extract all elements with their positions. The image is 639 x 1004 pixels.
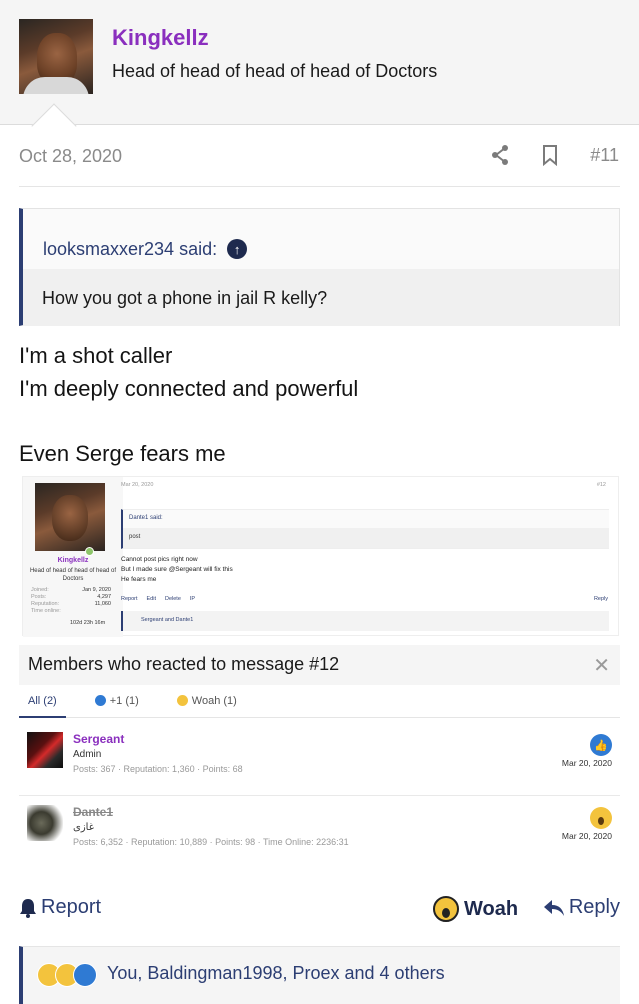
woah-icon: [433, 896, 459, 922]
embed-stat-row: Joined: Jan 9, 2020: [31, 587, 111, 593]
avatar-shirt: [23, 77, 89, 94]
quote-header[interactable]: looksmaxxer234 said: ↑: [23, 209, 619, 269]
embed-stat-row: Posts: 4,297: [31, 594, 111, 600]
embed-post-actions: Report Edit Delete IP: [121, 596, 195, 602]
username[interactable]: Kingkellz: [112, 25, 209, 51]
woah-icon: [176, 695, 188, 706]
post-date[interactable]: Oct 28, 2020: [19, 146, 122, 167]
tab-woah[interactable]: Woah (1): [168, 692, 246, 718]
share-icon[interactable]: [490, 144, 510, 166]
woah-mouth: [442, 907, 450, 918]
like-icon: [73, 963, 97, 987]
reactions-summary[interactable]: You, Baldingman1998, Proex and 4 others: [19, 946, 620, 1004]
tab-label: +1 (1): [109, 695, 139, 707]
embed-ip: IP: [189, 596, 196, 602]
message-line: I'm a shot caller: [19, 343, 173, 368]
reply-icon: [543, 899, 564, 916]
embed-reply: Reply: [593, 596, 608, 602]
embed-username: Kingkellz: [57, 557, 89, 564]
embed-quote: Dante1 said: post: [121, 509, 609, 549]
report-button[interactable]: Report: [19, 896, 101, 919]
divider: [19, 186, 620, 187]
post-footer: Report Woah Reply: [19, 896, 620, 922]
stat-value: 11,060: [94, 601, 111, 607]
tab-label: All (2): [28, 695, 57, 707]
bookmark-icon[interactable]: [540, 144, 560, 166]
report-label: Report: [41, 896, 102, 918]
reactions-summary-text[interactable]: You, Baldingman1998, Proex and 4 others: [107, 963, 445, 1004]
embed-edit: Edit: [146, 596, 156, 602]
embed-avatar: [35, 483, 105, 551]
reactions-panel-header: Members who reacted to message #12 ✕: [19, 645, 620, 685]
member-stats: Posts: 367 · Reputation: 1,360 · Points:…: [73, 764, 243, 774]
reactions-panel-title: Members who reacted to message #12: [28, 654, 340, 674]
embed-delete: Delete: [165, 596, 181, 602]
embedded-screenshot[interactable]: Kingkellz Head of head of head of head o…: [22, 476, 619, 637]
woah-mouth: [598, 817, 604, 825]
quote-author[interactable]: looksmaxxer234 said:: [43, 239, 217, 260]
online-badge-icon: [85, 547, 94, 556]
post-number[interactable]: #11: [590, 145, 619, 166]
arrow-up-icon[interactable]: ↑: [227, 239, 248, 259]
embed-quote-author: Dante1 said:: [129, 515, 163, 521]
embed-line: He fears me: [121, 576, 157, 583]
user-title: Head of head of head of head of Doctors: [112, 61, 438, 81]
embed-quote-text: post: [123, 528, 609, 548]
member-avatar[interactable]: [27, 805, 63, 841]
stat-value: 4,297: [97, 594, 111, 600]
bell-icon: [20, 898, 36, 918]
member-name[interactable]: Dante1: [73, 805, 113, 819]
stat-label: Joined:: [31, 587, 49, 593]
embed-time-online: 102d 23h 16m: [70, 620, 106, 626]
message-line: I'm deeply connected and powerful: [19, 376, 359, 401]
embed-date: Mar 20, 2020: [121, 482, 154, 488]
embed-post-number: #12: [596, 482, 606, 488]
reply-button[interactable]: Reply: [543, 896, 620, 919]
woah-label: Woah: [464, 897, 519, 920]
post-actions: #11: [490, 144, 619, 166]
member-name[interactable]: Sergeant: [73, 732, 124, 746]
member-stats: Posts: 6,352 · Reputation: 10,889 · Poin…: [73, 837, 349, 847]
tab-plus-one[interactable]: +1 (1): [86, 692, 148, 718]
embed-report: Report: [121, 596, 138, 602]
reply-label: Reply: [568, 896, 620, 918]
embed-stat-row: Time online:: [31, 608, 111, 614]
stat-label: Posts:: [31, 594, 47, 600]
stat-value: Jan 9, 2020: [82, 587, 111, 593]
quote-block: looksmaxxer234 said: ↑ How you got a pho…: [19, 208, 620, 326]
member-role: غازى: [73, 822, 94, 833]
embed-stat-row: Reputation: 11,060: [31, 601, 111, 607]
embed-line: But I made sure @Sergeant will fix this: [121, 566, 233, 573]
close-icon[interactable]: ✕: [593, 653, 610, 678]
member-avatar[interactable]: [27, 732, 63, 768]
embed-avatar-face: [52, 495, 88, 541]
member-reaction-date: Mar 20, 2020: [561, 758, 612, 768]
reaction-icons: [37, 963, 103, 987]
woah-icon: [590, 807, 612, 829]
embed-line: Cannot post pics right now: [121, 556, 198, 563]
user-header: Kingkellz Head of head of head of head o…: [0, 0, 639, 125]
member-row[interactable]: Dante1 غازى Posts: 6,352 · Reputation: 1…: [19, 797, 620, 869]
woah-button[interactable]: Woah: [433, 896, 518, 922]
tab-all[interactable]: All (2): [19, 692, 66, 718]
like-icon: [94, 695, 106, 706]
member-row[interactable]: Sergeant Admin Posts: 367 · Reputation: …: [19, 724, 620, 796]
tab-label: Woah (1): [191, 695, 237, 707]
quote-text: How you got a phone in jail R kelly?: [23, 269, 619, 326]
message-line: Even Serge fears me: [19, 441, 226, 466]
avatar[interactable]: [19, 19, 93, 94]
reaction-tabs: All (2) +1 (1) Woah (1): [19, 692, 620, 718]
member-reaction-date: Mar 20, 2020: [561, 831, 612, 841]
like-icon: 👍: [590, 734, 612, 756]
stat-label: Reputation:: [31, 601, 60, 607]
embed-user-title: Head of head of head of head of Doctors: [29, 568, 117, 582]
member-role: Admin: [73, 749, 102, 760]
stat-label: Time online:: [31, 608, 61, 614]
embed-reactions: Sergeant and Dante1: [121, 611, 609, 631]
